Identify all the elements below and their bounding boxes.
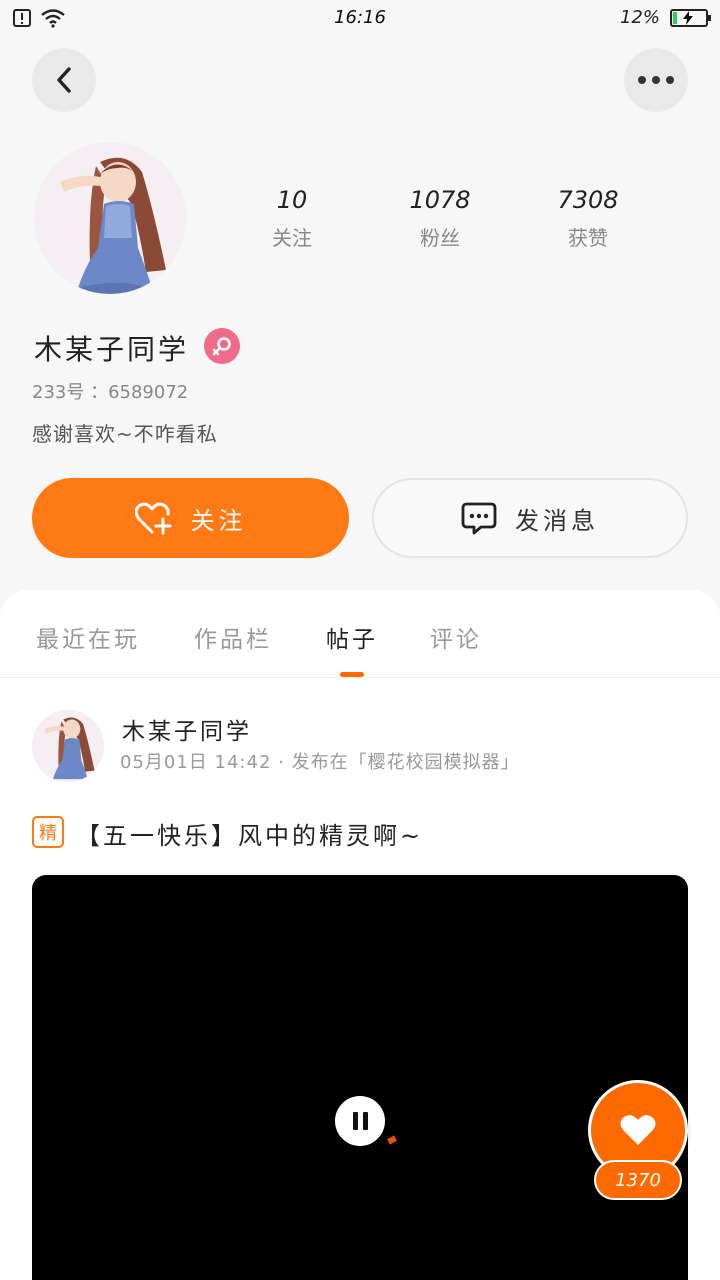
pause-button[interactable]	[335, 1096, 385, 1146]
post-author-name[interactable]: 木某子同学	[122, 712, 252, 746]
featured-badge: 精	[32, 816, 64, 848]
avatar-illustration-small	[32, 710, 104, 782]
stat-likes-count: 7308	[557, 186, 619, 214]
heart-plus-icon	[134, 502, 171, 535]
video-player[interactable]	[32, 875, 688, 1280]
status-time: 16:16	[334, 7, 386, 28]
heart-icon	[620, 1115, 656, 1145]
pause-bar-left	[352, 1112, 358, 1130]
stat-fans-label: 粉丝	[420, 226, 460, 250]
tab-recently-played[interactable]: 最近在玩	[36, 620, 140, 654]
post-meta: 05月01日 14:42 · 发布在「樱花校园模拟器」	[120, 752, 520, 773]
profile-uid: 233号 ：6589072	[32, 382, 189, 403]
charging-bolt-icon	[683, 10, 693, 25]
more-button[interactable]	[624, 48, 688, 112]
profile-nickname: 木某子同学	[34, 333, 190, 366]
tab-active-indicator	[340, 672, 364, 677]
pause-bar-right	[362, 1112, 368, 1130]
stat-likes[interactable]: 7308 获赞	[528, 186, 648, 251]
post-author-avatar[interactable]	[32, 710, 104, 782]
avatar-illustration	[34, 142, 186, 294]
like-count: 1370	[594, 1160, 682, 1200]
battery-percent: 12%	[619, 7, 660, 28]
gender-female-icon	[204, 328, 240, 364]
stat-likes-label: 获赞	[568, 226, 608, 250]
stat-fans-count: 1078	[409, 186, 471, 214]
stat-following[interactable]: 10 关注	[232, 186, 352, 251]
message-button-label: 发消息	[515, 506, 599, 535]
stat-following-count: 10	[276, 186, 308, 214]
profile-bio: 感谢喜欢~不咋看私	[32, 422, 218, 446]
tab-bar: 最近在玩 作品栏 帖子 评论	[0, 590, 720, 678]
status-icons-right: 12%	[619, 7, 711, 28]
stat-fans[interactable]: 1078 粉丝	[380, 186, 500, 251]
post-title[interactable]: 【五一快乐】风中的精灵啊~	[76, 816, 423, 851]
follow-button[interactable]: 关注	[32, 478, 349, 558]
battery-fill	[673, 11, 677, 24]
loading-spinner-icon	[387, 1135, 397, 1145]
profile-avatar[interactable]	[34, 142, 186, 294]
battery-icon	[670, 8, 711, 27]
tab-comments[interactable]: 评论	[430, 620, 482, 654]
stat-following-label: 关注	[272, 226, 312, 250]
more-dots-icon	[638, 76, 674, 84]
back-button[interactable]	[32, 48, 96, 112]
tab-works[interactable]: 作品栏	[194, 620, 272, 654]
message-button[interactable]: 发消息	[372, 478, 688, 558]
tab-posts[interactable]: 帖子	[326, 620, 378, 654]
chat-bubble-icon	[461, 502, 497, 535]
status-bar: 16:16 12%	[0, 0, 720, 36]
follow-button-label: 关注	[190, 506, 247, 535]
chevron-left-icon	[57, 67, 71, 93]
